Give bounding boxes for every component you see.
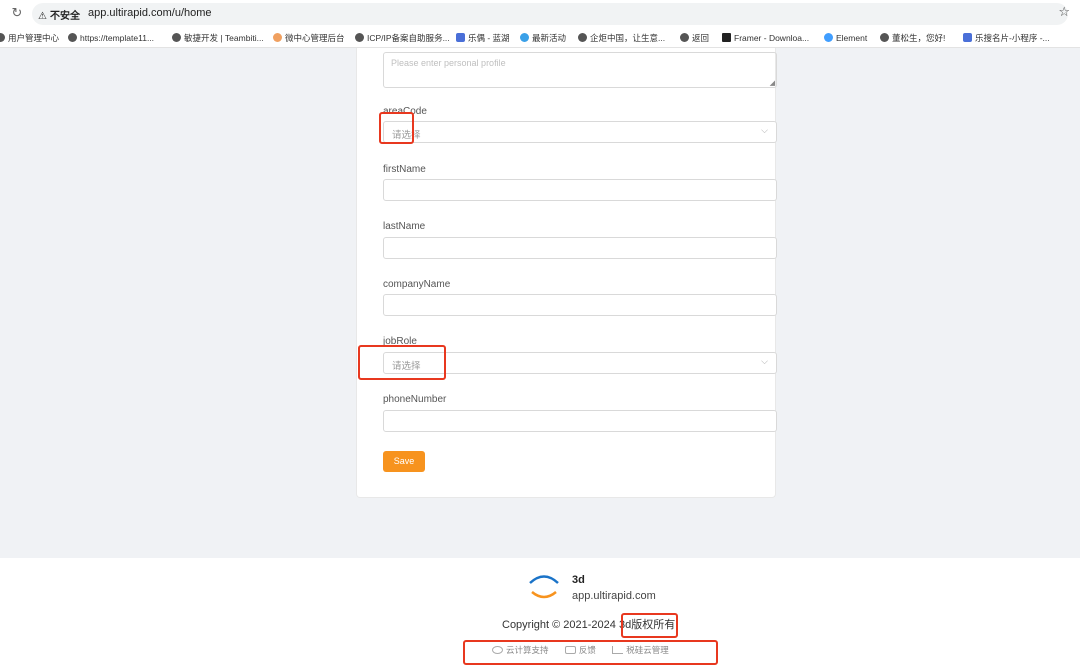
bookmark-favicon-icon xyxy=(68,33,77,42)
bookmark-item[interactable]: 敏捷开发 | Teambiti... xyxy=(172,30,264,46)
bookmark-label: 乐偶 - 蓝湖 xyxy=(468,33,510,43)
bookmark-favicon-icon xyxy=(355,33,364,42)
bookmark-favicon-icon xyxy=(520,33,529,42)
footer-domain: app.ultirapid.com xyxy=(572,590,656,602)
address-row: ↻ ⚠ 不安全 app.ultirapid.com/u/home ☆ xyxy=(0,2,1080,26)
resize-grip-icon[interactable]: ◢ xyxy=(770,79,775,87)
company-name-input[interactable] xyxy=(383,294,777,316)
bookmark-label: Element xyxy=(836,33,868,43)
bookmark-item[interactable]: Element xyxy=(824,30,867,46)
bookmark-item[interactable]: 最新活动 xyxy=(520,30,566,46)
url-text[interactable]: app.ultirapid.com/u/home xyxy=(88,7,212,19)
bookmark-item[interactable]: https://template11... xyxy=(68,30,154,46)
bookmark-favicon-icon xyxy=(722,33,731,42)
bookmark-label: ICP/IP备案自助服务... xyxy=(367,33,450,43)
last-name-label: lastName xyxy=(383,221,426,232)
bookmark-label: 最新活动 xyxy=(532,33,567,43)
bookmark-favicon-icon xyxy=(680,33,689,42)
bookmarks-bar: 用户管理中心 https://template11... 敏捷开发 | Team… xyxy=(0,30,1080,46)
first-name-input[interactable] xyxy=(383,179,777,201)
bookmark-favicon-icon xyxy=(824,33,833,42)
highlight-box xyxy=(358,345,446,380)
bookmark-item[interactable]: 董松生，您好! xyxy=(880,30,945,46)
bookmark-label: 敏捷开发 | Teambiti... xyxy=(184,33,264,43)
bookmark-item[interactable]: Framer - Downloa... xyxy=(722,30,809,46)
bookmark-item[interactable]: 用户管理中心 xyxy=(0,30,59,46)
bookmark-item[interactable]: ICP/IP备案自助服务... xyxy=(355,30,450,46)
profile-form-card: Please enter personal profile ◢ areaCode… xyxy=(356,48,777,498)
reload-icon[interactable]: ↻ xyxy=(10,5,24,21)
company-name-label: companyName xyxy=(383,279,451,290)
footer-brand: 3d xyxy=(572,574,585,586)
bookmark-label: 乐搜名片-小程序 -... xyxy=(975,33,1050,43)
highlight-box xyxy=(379,112,414,144)
phone-number-label: phoneNumber xyxy=(383,394,447,405)
first-name-label: firstName xyxy=(383,164,426,175)
chevron-down-icon: ⌵ xyxy=(761,125,768,135)
ultirapid-logo xyxy=(528,575,560,599)
bookmark-item[interactable]: 乐偶 - 蓝湖 xyxy=(456,30,510,46)
area-code-select[interactable]: 请选择 ⌵ xyxy=(383,121,777,143)
bookmark-label: 董松生，您好! xyxy=(892,33,946,43)
warning-icon: ⚠ xyxy=(38,11,47,22)
bookmark-favicon-icon xyxy=(172,33,181,42)
bookmark-star-icon[interactable]: ☆ xyxy=(1058,4,1070,20)
textarea-placeholder: Please enter personal profile xyxy=(391,58,506,68)
bookmark-item[interactable]: 乐搜名片-小程序 -... xyxy=(963,30,1050,46)
personal-profile-textarea[interactable]: Please enter personal profile ◢ xyxy=(383,52,777,88)
phone-number-input[interactable] xyxy=(383,410,777,432)
bookmark-label: Framer - Downloa... xyxy=(734,33,810,43)
bookmark-item[interactable]: 微中心管理后台 xyxy=(273,30,345,46)
bookmark-item[interactable]: 返回 xyxy=(680,30,709,46)
bookmark-favicon-icon xyxy=(456,33,465,42)
bookmark-favicon-icon xyxy=(963,33,972,42)
security-indicator[interactable]: ⚠ 不安全 xyxy=(38,7,80,22)
highlight-box xyxy=(463,640,718,665)
save-button[interactable]: Save xyxy=(383,451,425,472)
bookmark-item[interactable]: 企炬中国，让生意... xyxy=(578,30,665,46)
bookmark-label: 企炬中国，让生意... xyxy=(590,33,666,43)
bookmark-label: https://template11... xyxy=(80,33,155,43)
bookmark-favicon-icon xyxy=(578,33,587,42)
bookmark-favicon-icon xyxy=(273,33,282,42)
highlight-box xyxy=(621,613,678,638)
chevron-down-icon: ⌵ xyxy=(761,356,768,366)
address-bar[interactable]: ⚠ 不安全 app.ultirapid.com/u/home xyxy=(32,3,1068,25)
browser-chrome: ↻ ⚠ 不安全 app.ultirapid.com/u/home ☆ 用户管理中心… xyxy=(0,0,1080,48)
bookmark-label: 微中心管理后台 xyxy=(285,33,345,43)
bookmark-label: 用户管理中心 xyxy=(8,33,60,43)
bookmark-favicon-icon xyxy=(880,33,889,42)
last-name-input[interactable] xyxy=(383,237,777,259)
bookmark-favicon-icon xyxy=(0,33,5,42)
security-label: 不安全 xyxy=(49,11,80,22)
bookmark-label: 返回 xyxy=(692,33,710,43)
